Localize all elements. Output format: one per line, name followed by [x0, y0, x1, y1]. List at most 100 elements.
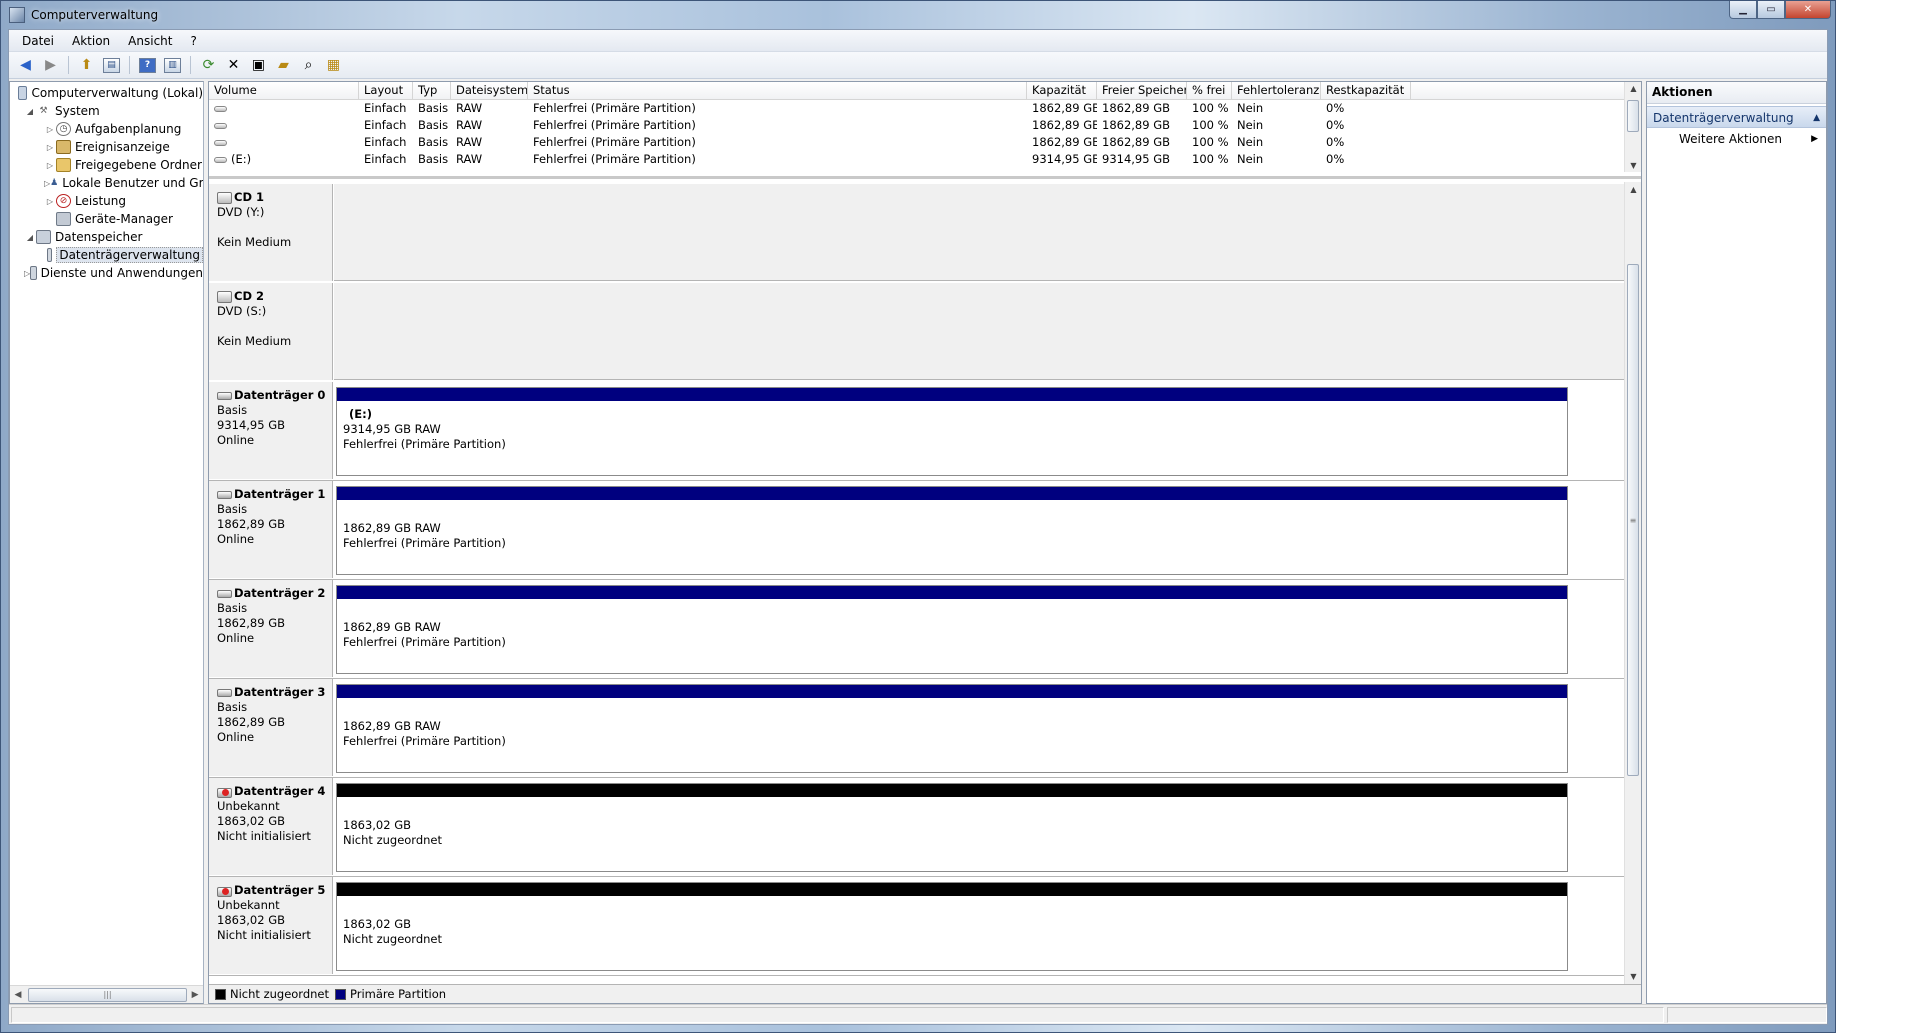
scroll-down-icon[interactable]: ▼	[1625, 161, 1642, 170]
menu-aktion[interactable]: Aktion	[63, 34, 119, 48]
disk-size: 1862,89 GB	[217, 715, 286, 729]
disk-info[interactable]: Datenträger 4 Unbekannt 1863,02 GB Nicht in…	[209, 778, 333, 875]
volume-list-scrollbar[interactable]: ▲ ▼	[1624, 82, 1641, 172]
disk-info[interactable]: Datenträger 0 Basis 9314,95 GB Online	[209, 382, 333, 479]
help-icon[interactable]: ?	[137, 55, 158, 76]
show-hide-action-pane-icon[interactable]: ▥	[162, 55, 183, 76]
volume-row[interactable]: (E:) Einfach Basis RAW Fehlerfrei (Primäre P…	[209, 151, 1641, 168]
tree-item-event-viewer[interactable]: ▷ Ereignisanzeige	[10, 138, 203, 156]
desktop-background	[1836, 0, 1914, 1033]
expand-arrow-icon[interactable]: ▷	[44, 161, 56, 170]
volume-cell-layout: Einfach	[364, 118, 407, 132]
disk-info[interactable]: Datenträger 1 Basis 1862,89 GB Online	[209, 481, 333, 578]
tree-item-services[interactable]: ▷ Dienste und Anwendungen	[10, 264, 203, 282]
collapse-caret-icon[interactable]: ▲	[1813, 107, 1820, 129]
disk-graphical-view: CD 1 DVD (Y:) Kein Medium CD 2 DVD (S:) Kei…	[209, 182, 1641, 984]
tree-item-device-manager[interactable]: Geräte-Manager	[10, 210, 203, 228]
partition-size: 1862,89 GB RAW	[343, 521, 441, 535]
column-header[interactable]: Status	[528, 82, 1027, 99]
disk-name: Datenträger 3	[217, 685, 332, 700]
tree-item-performance[interactable]: ▷ ⊘ Leistung	[10, 192, 203, 210]
tree-item-local-users[interactable]: ▷ ♟ Lokale Benutzer und Gruppen	[10, 174, 203, 192]
up-folder-icon[interactable]: ⬆	[76, 55, 97, 76]
column-header[interactable]: Kapazität	[1027, 82, 1097, 99]
column-header[interactable]: Freier Speicher	[1097, 82, 1187, 99]
primary-partition[interactable]: 1862,89 GB RAW Fehlerfrei (Primäre Partit…	[336, 486, 1568, 575]
cd-info[interactable]: CD 1 DVD (Y:) Kein Medium	[209, 184, 333, 281]
column-header[interactable]: Volume	[209, 82, 359, 99]
tree-item-storage[interactable]: ◢ Datenspeicher	[10, 228, 203, 246]
performance-icon: ⊘	[56, 194, 71, 208]
volume-cell-layout: Einfach	[364, 101, 407, 115]
maximize-button[interactable]: ▭	[1757, 1, 1785, 19]
disk-row: Datenträger 1 Basis 1862,89 GB Online 1862,…	[209, 481, 1624, 580]
close-button[interactable]: ✕	[1785, 1, 1831, 19]
tree-item-task-scheduler[interactable]: ▷ ◷ Aufgabenplanung	[10, 120, 203, 138]
properties-icon[interactable]: ▣	[248, 55, 269, 76]
actions-section-label: Datenträgerverwaltung	[1653, 111, 1794, 125]
scroll-thumb[interactable]: |||	[27, 987, 188, 1002]
column-header[interactable]: Typ	[413, 82, 451, 99]
scroll-up-icon[interactable]: ▲	[1625, 84, 1642, 93]
volume-row[interactable]: Einfach Basis RAW Fehlerfrei (Primäre Parti…	[209, 134, 1641, 151]
tree-item-shared-folders[interactable]: ▷ Freigegebene Ordner	[10, 156, 203, 174]
unallocated-space[interactable]: 1863,02 GB Nicht zugeordnet	[336, 882, 1568, 971]
menu-ansicht[interactable]: Ansicht	[119, 34, 181, 48]
volume-row[interactable]: Einfach Basis RAW Fehlerfrei (Primäre Parti…	[209, 100, 1641, 117]
main-area: Computerverwaltung (Lokal) ◢ ⚒ System ▷ …	[9, 81, 1827, 1004]
minimize-button[interactable]: ▁	[1729, 1, 1757, 19]
expand-arrow-icon[interactable]: ▷	[44, 143, 56, 152]
column-header[interactable]: Restkapazität	[1321, 82, 1411, 99]
actions-section-disk-management[interactable]: Datenträgerverwaltung ▲	[1647, 106, 1826, 128]
primary-partition[interactable]: 1862,89 GB RAW Fehlerfrei (Primäre Partit…	[336, 684, 1568, 773]
column-header[interactable]: Dateisystem	[451, 82, 528, 99]
primary-partition[interactable]: (E:) 9314,95 GB RAW Fehlerfrei (Primäre Pa…	[336, 387, 1568, 476]
tree-item-disk-management[interactable]: Datenträgerverwaltung	[10, 246, 203, 264]
disk-view-scrollbar[interactable]: ▲ ≡ ▼	[1624, 182, 1641, 984]
volume-cell-fs: RAW	[456, 101, 483, 115]
back-arrow-icon[interactable]: ◀	[15, 55, 36, 76]
column-header[interactable]: Fehlertoleranz	[1232, 82, 1321, 99]
expand-arrow-icon[interactable]: ▷	[44, 125, 56, 134]
disk-info[interactable]: Datenträger 3 Basis 1862,89 GB Online	[209, 679, 333, 776]
disk-error-icon	[217, 786, 232, 798]
scroll-right-icon[interactable]: ▶	[187, 990, 203, 1000]
disk-info[interactable]: Datenträger 5 Unbekannt 1863,02 GB Nicht in…	[209, 877, 333, 974]
settings-icon[interactable]: ▦	[323, 55, 344, 76]
scroll-thumb[interactable]	[1627, 100, 1639, 132]
row-separator	[209, 975, 1624, 976]
delete-icon[interactable]: ✕	[223, 55, 244, 76]
collapse-arrow-icon[interactable]: ◢	[24, 107, 36, 116]
disk-info[interactable]: Datenträger 2 Basis 1862,89 GB Online	[209, 580, 333, 677]
collapse-arrow-icon[interactable]: ◢	[24, 233, 36, 242]
disk-state: Nicht initialisiert	[217, 829, 311, 843]
search-icon[interactable]: ⌕	[298, 55, 319, 76]
volume-row[interactable]: Einfach Basis RAW Fehlerfrei (Primäre Parti…	[209, 117, 1641, 134]
disk-management-icon	[47, 248, 53, 262]
tree-item-system[interactable]: ◢ ⚒ System	[10, 102, 203, 120]
volume-list-header: Volume Layout Typ Dateisystem Status Kap…	[209, 82, 1641, 100]
menu-help[interactable]: ?	[181, 34, 205, 48]
cd-info[interactable]: CD 2 DVD (S:) Kein Medium	[209, 283, 333, 380]
tree-item-root[interactable]: Computerverwaltung (Lokal)	[10, 84, 203, 102]
expand-arrow-icon[interactable]: ▷	[44, 197, 56, 206]
open-folder-icon[interactable]: ▰	[273, 55, 294, 76]
scroll-thumb[interactable]: ≡	[1627, 264, 1639, 776]
partition-text: 1862,89 GB RAW Fehlerfrei (Primäre Partit…	[337, 698, 1567, 749]
refresh-icon[interactable]: ⟳	[198, 55, 219, 76]
more-actions-item[interactable]: Weitere Aktionen ▶	[1647, 128, 1826, 150]
unallocated-space[interactable]: 1863,02 GB Nicht zugeordnet	[336, 783, 1568, 872]
primary-partition[interactable]: 1862,89 GB RAW Fehlerfrei (Primäre Partit…	[336, 585, 1568, 674]
column-header[interactable]: Layout	[359, 82, 413, 99]
event-log-icon	[56, 140, 71, 154]
disk-type: Unbekannt	[217, 898, 280, 912]
device-manager-icon	[56, 212, 71, 226]
forward-arrow-icon[interactable]: ▶	[40, 55, 61, 76]
tree-horizontal-scrollbar[interactable]: ◀ ||| ▶	[10, 985, 203, 1003]
scroll-left-icon[interactable]: ◀	[10, 990, 26, 1000]
show-hide-tree-icon[interactable]: ▤	[101, 55, 122, 76]
scroll-down-icon[interactable]: ▼	[1625, 972, 1642, 981]
menu-datei[interactable]: Datei	[13, 34, 63, 48]
scroll-up-icon[interactable]: ▲	[1625, 185, 1642, 194]
column-header[interactable]: % frei	[1187, 82, 1232, 99]
